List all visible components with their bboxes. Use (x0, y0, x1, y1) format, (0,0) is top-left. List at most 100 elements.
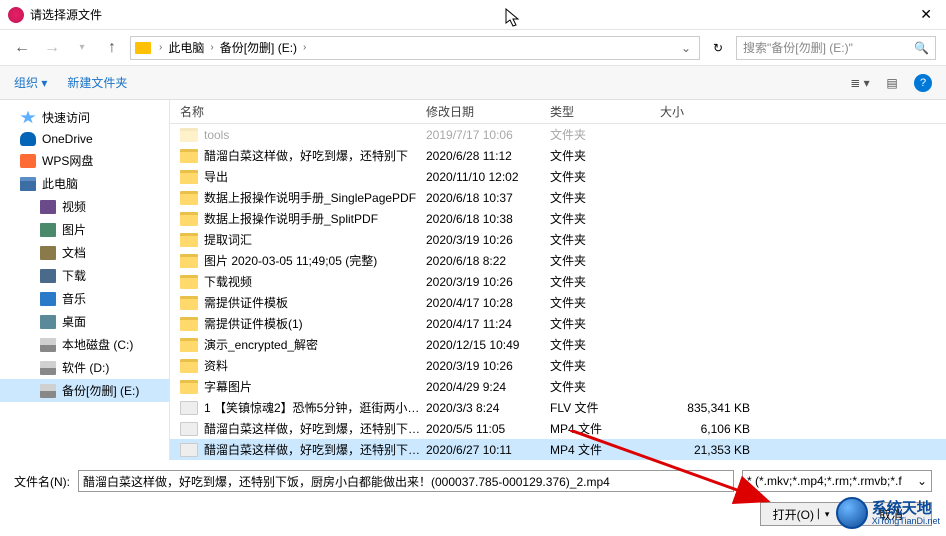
file-row[interactable]: 醋溜白菜这样做，好吃到爆，还特别下2020/6/28 11:12文件夹 (170, 145, 946, 166)
sidebar-item[interactable]: 软件 (D:) (0, 356, 169, 379)
file-row[interactable]: 资料2020/3/19 10:26文件夹 (170, 355, 946, 376)
file-row[interactable]: 需提供证件模板(1)2020/4/17 11:24文件夹 (170, 313, 946, 334)
file-name: 演示_encrypted_解密 (204, 336, 426, 353)
sidebar-icon (40, 223, 56, 237)
chevron-right-icon[interactable]: › (301, 42, 308, 53)
file-name: 下载视频 (204, 273, 426, 290)
file-name: 需提供证件模板(1) (204, 315, 426, 332)
file-row[interactable]: 醋溜白菜这样做，好吃到爆，还特别下饭...2020/6/27 10:11MP4 … (170, 439, 946, 460)
file-date: 2020/4/29 9:24 (426, 380, 550, 394)
file-type: 文件夹 (550, 147, 660, 164)
up-button[interactable]: ↑ (100, 36, 124, 60)
file-row[interactable]: 演示_encrypted_解密2020/12/15 10:49文件夹 (170, 334, 946, 355)
file-row[interactable]: 下载视频2020/3/19 10:26文件夹 (170, 271, 946, 292)
file-type: 文件夹 (550, 378, 660, 395)
folder-icon (180, 233, 198, 247)
sidebar-item[interactable]: 下载 (0, 264, 169, 287)
folder-icon (180, 170, 198, 184)
file-row[interactable]: 醋溜白菜这样做，好吃到爆，还特别下饭...2020/5/5 11:05MP4 文… (170, 418, 946, 439)
file-type: 文件夹 (550, 189, 660, 206)
sidebar-item[interactable]: 备份[勿删] (E:) (0, 379, 169, 402)
file-row[interactable]: 提取词汇2020/3/19 10:26文件夹 (170, 229, 946, 250)
search-input[interactable]: 搜索"备份[勿删] (E:)" 🔍 (736, 36, 936, 60)
sidebar-item[interactable]: WPS网盘 (0, 149, 169, 172)
search-icon[interactable]: 🔍 (914, 41, 929, 55)
file-date: 2020/6/28 11:12 (426, 149, 550, 163)
file-date: 2020/6/18 10:37 (426, 191, 550, 205)
chevron-down-icon: ⌄ (917, 474, 927, 488)
file-date: 2020/6/27 10:11 (426, 443, 550, 457)
sidebar-label: 桌面 (62, 313, 86, 330)
sidebar-item[interactable]: OneDrive (0, 129, 169, 149)
folder-icon (180, 317, 198, 331)
sidebar-item[interactable]: 此电脑 (0, 172, 169, 195)
file-row[interactable]: tools2019/7/17 10:06文件夹 (170, 124, 946, 145)
sidebar-label: 软件 (D:) (62, 359, 109, 376)
sidebar-icon (40, 269, 56, 283)
window-title: 请选择源文件 (30, 6, 914, 23)
help-button[interactable]: ? (914, 74, 932, 92)
forward-button[interactable]: → (40, 36, 64, 60)
chevron-right-icon[interactable]: › (208, 42, 215, 53)
search-placeholder: 搜索"备份[勿删] (E:)" (743, 39, 853, 56)
sidebar-item[interactable]: 文档 (0, 241, 169, 264)
sidebar-item[interactable]: 桌面 (0, 310, 169, 333)
organize-menu[interactable]: 组织 ▾ (14, 74, 47, 91)
file-name: 醋溜白菜这样做，好吃到爆，还特别下饭... (204, 441, 426, 458)
sidebar-item[interactable]: 图片 (0, 218, 169, 241)
refresh-button[interactable]: ↻ (706, 36, 730, 60)
view-mode-button[interactable]: ≣ ▾ (850, 74, 870, 92)
file-row[interactable]: 1 【笑镇惊魂2】恐怖5分钟，逛街两小时...2020/3/3 8:24FLV … (170, 397, 946, 418)
new-folder-button[interactable]: 新建文件夹 (67, 74, 127, 91)
file-type: 文件夹 (550, 252, 660, 269)
file-row[interactable]: 数据上报操作说明手册_SplitPDF2020/6/18 10:38文件夹 (170, 208, 946, 229)
breadcrumb-seg[interactable]: 备份[勿删] (E:) (218, 39, 299, 56)
sidebar-item[interactable]: 视频 (0, 195, 169, 218)
bottom-panel: 文件名(N): * (*.mkv;*.mp4;*.rm;*.rmvb;*.f ⌄… (0, 460, 946, 536)
col-size[interactable]: 大小 (660, 103, 770, 120)
file-name: 需提供证件模板 (204, 294, 426, 311)
filename-input[interactable] (78, 470, 734, 492)
sidebar-item[interactable]: 本地磁盘 (C:) (0, 333, 169, 356)
file-row[interactable]: 需提供证件模板2020/4/17 10:28文件夹 (170, 292, 946, 313)
file-row[interactable]: 导出2020/11/10 12:02文件夹 (170, 166, 946, 187)
folder-icon (180, 275, 198, 289)
file-type: 文件夹 (550, 126, 660, 143)
sidebar-item[interactable]: 音乐 (0, 287, 169, 310)
file-name: 醋溜白菜这样做，好吃到爆，还特别下饭... (204, 420, 426, 437)
sidebar-item[interactable]: 快速访问 (0, 106, 169, 129)
folder-icon (180, 254, 198, 268)
sidebar-label: 下载 (62, 267, 86, 284)
file-name: 资料 (204, 357, 426, 374)
file-row[interactable]: 图片 2020-03-05 11;49;05 (完整)2020/6/18 8:2… (170, 250, 946, 271)
file-date: 2020/11/10 12:02 (426, 170, 550, 184)
breadcrumb-dropdown[interactable]: ⌄ (677, 41, 695, 55)
sidebar-label: 图片 (62, 221, 86, 238)
col-type[interactable]: 类型 (550, 103, 660, 120)
close-icon[interactable]: ✕ (914, 6, 938, 23)
sidebar-label: 视频 (62, 198, 86, 215)
open-button[interactable]: 打开(O)▏▾ (760, 502, 842, 526)
folder-icon (180, 128, 198, 142)
file-row[interactable]: 数据上报操作说明手册_SinglePagePDF2020/6/18 10:37文… (170, 187, 946, 208)
recent-dropdown[interactable]: ▾ (70, 36, 94, 60)
chevron-right-icon[interactable]: › (157, 42, 164, 53)
breadcrumb[interactable]: › 此电脑 › 备份[勿删] (E:) › ⌄ (130, 36, 700, 60)
col-date[interactable]: 修改日期 (426, 103, 550, 120)
filetype-filter[interactable]: * (*.mkv;*.mp4;*.rm;*.rmvb;*.f ⌄ (742, 470, 932, 492)
file-row[interactable]: 字幕图片2020/4/29 9:24文件夹 (170, 376, 946, 397)
folder-icon (180, 191, 198, 205)
file-type: 文件夹 (550, 168, 660, 185)
file-date: 2020/12/15 10:49 (426, 338, 550, 352)
file-name: 1 【笑镇惊魂2】恐怖5分钟，逛街两小时... (204, 399, 426, 416)
breadcrumb-seg[interactable]: 此电脑 (166, 39, 206, 56)
cancel-button[interactable]: 取消 (850, 502, 932, 526)
file-date: 2020/3/19 10:26 (426, 359, 550, 373)
file-type: 文件夹 (550, 315, 660, 332)
preview-pane-button[interactable]: ▤ (882, 74, 902, 92)
filter-text: * (*.mkv;*.mp4;*.rm;*.rmvb;*.f (747, 474, 902, 488)
col-name[interactable]: 名称 (180, 103, 426, 120)
sidebar-icon (40, 246, 56, 260)
back-button[interactable]: ← (10, 36, 34, 60)
file-name: 醋溜白菜这样做，好吃到爆，还特别下 (204, 147, 426, 164)
